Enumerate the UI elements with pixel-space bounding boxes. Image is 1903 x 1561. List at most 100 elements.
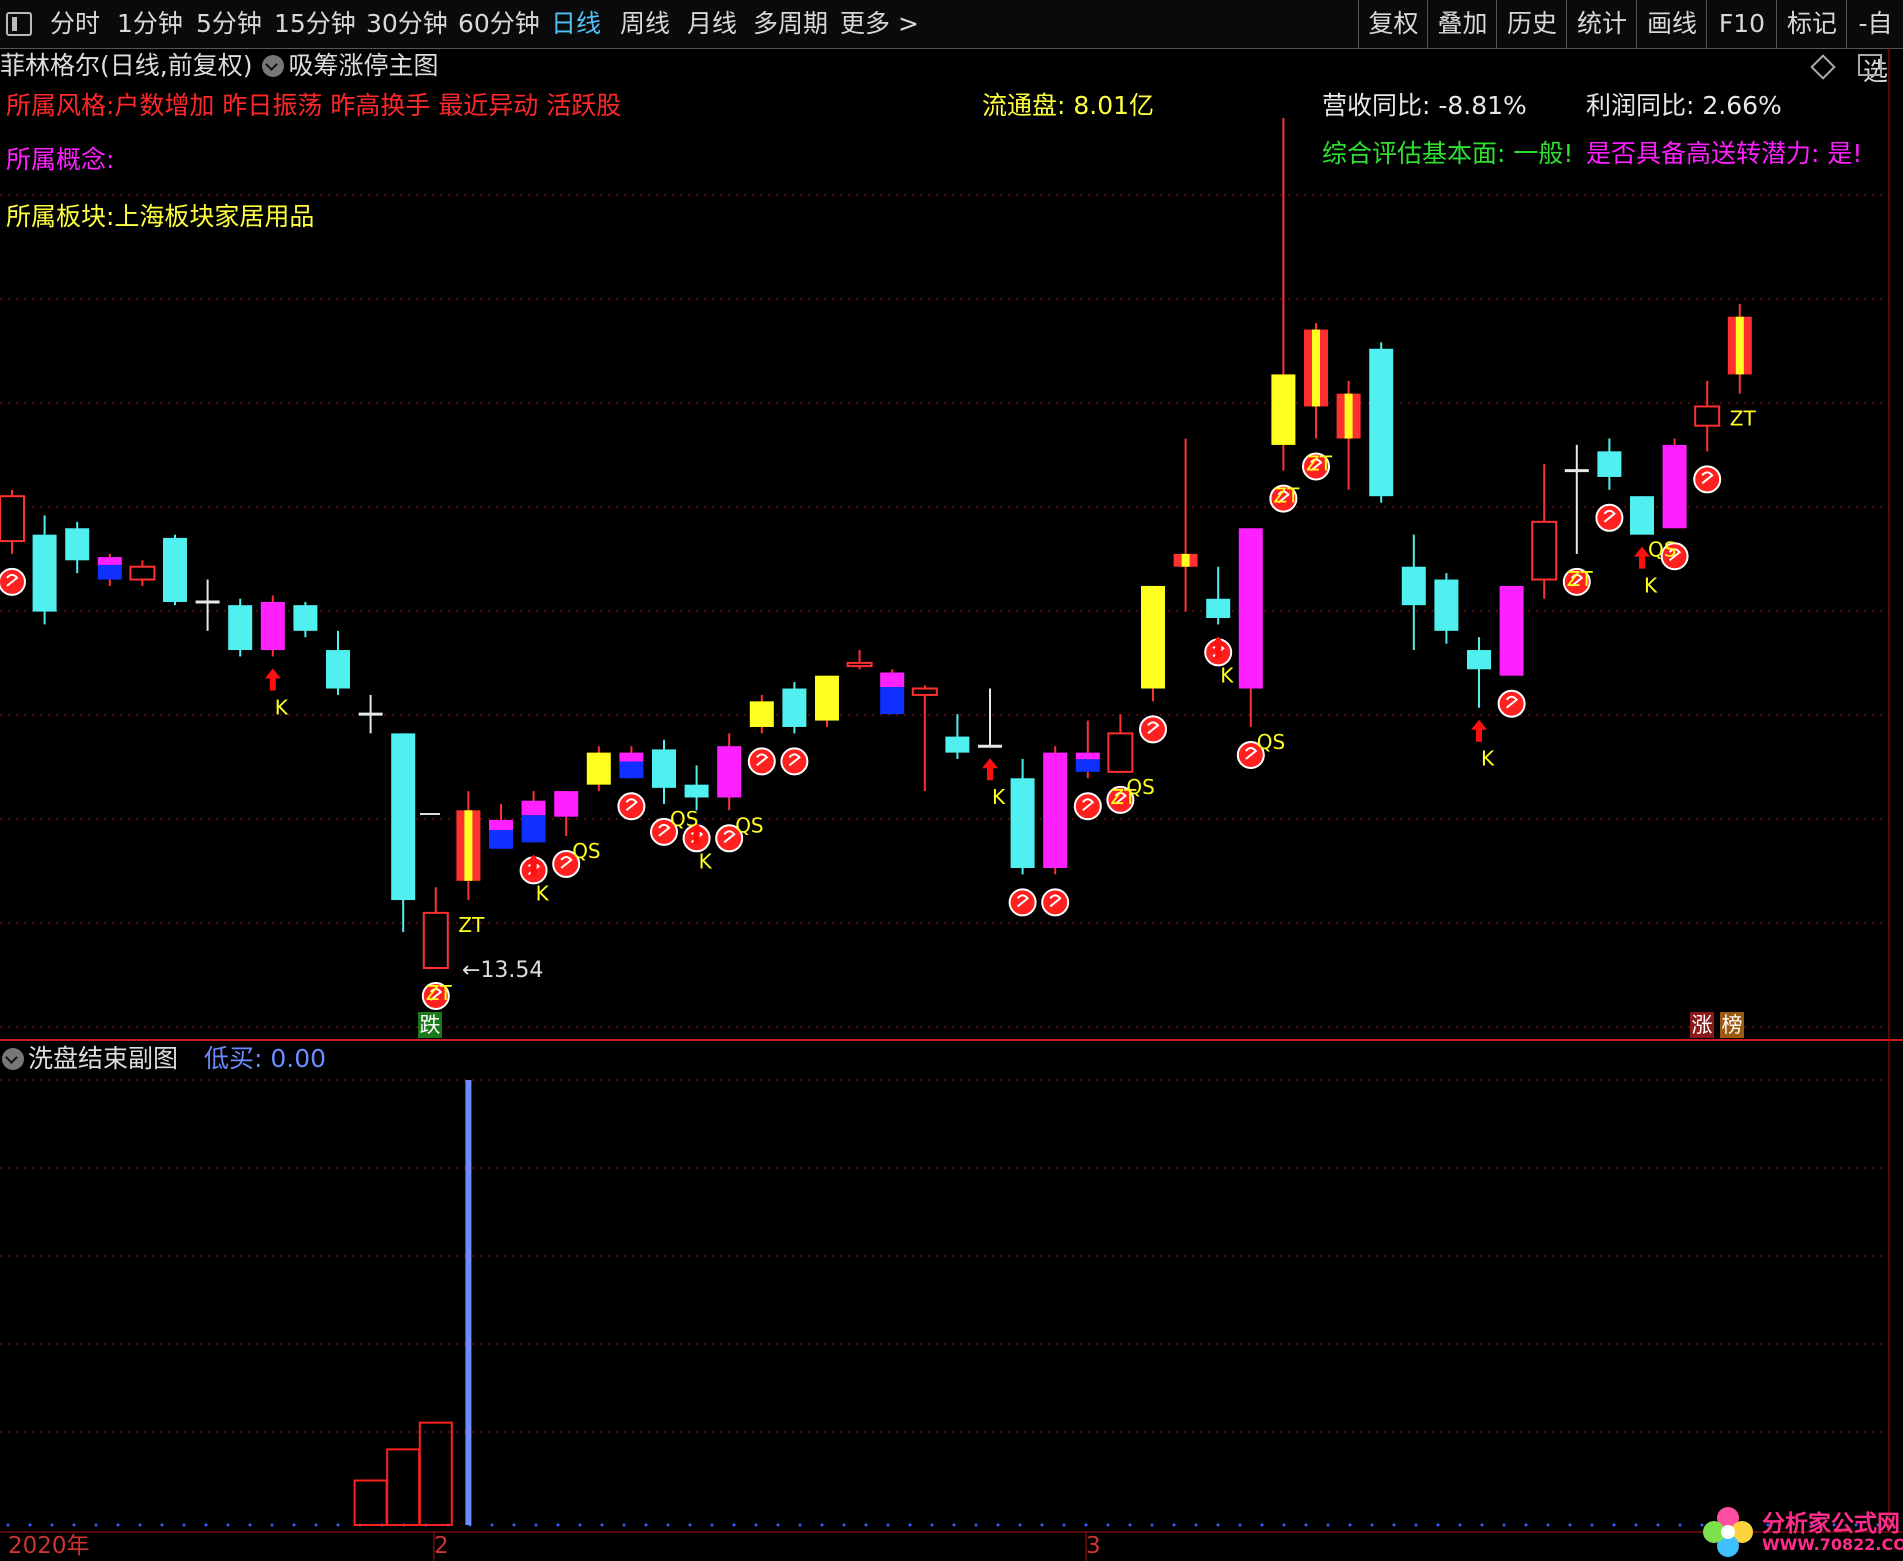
baseline-dot [1392, 1523, 1396, 1527]
low-buy-label: 低买: [203, 1044, 263, 1073]
qs-signal-label: QS [1126, 775, 1154, 799]
baseline-dot [116, 1523, 120, 1527]
candle-body [554, 791, 579, 817]
candle-body [129, 565, 156, 581]
candle-body [293, 605, 318, 631]
zt-signal-label: ZT [458, 913, 485, 937]
baseline-dot [1524, 1523, 1528, 1527]
candle-body-lower [619, 761, 644, 779]
candle-body [1271, 374, 1296, 445]
watermark-title: 分析家公式网 [1762, 1511, 1900, 1537]
date-label-mar: 3 [1086, 1533, 1101, 1559]
sector-info: 所属板块:上海板块家居用品 [6, 202, 315, 231]
candle-body [521, 800, 546, 816]
candle-body-stripe [1181, 553, 1190, 567]
baseline-dot [600, 1523, 604, 1527]
candle-body-lower [1075, 759, 1100, 772]
baseline-dot [1480, 1523, 1484, 1527]
sub-chart-title: 洗盘结束副图 低买: 0.00 [0, 1043, 326, 1075]
concept-info: 所属概念: [6, 145, 115, 174]
fall-badge[interactable]: 跌 [418, 1012, 442, 1038]
baseline-dot [94, 1523, 98, 1527]
baseline-dot [1634, 1523, 1638, 1527]
baseline-dot [1150, 1523, 1154, 1527]
rise-badge[interactable]: 涨 [1690, 1012, 1714, 1038]
baseline-dot [622, 1523, 626, 1527]
rank-badge[interactable]: 榜 [1720, 1012, 1744, 1038]
candle-body-stripe [1312, 329, 1320, 407]
baseline-dot [6, 1523, 10, 1527]
qs-signal-label: QS [670, 807, 698, 831]
baseline-dot [1040, 1523, 1044, 1527]
qs-signal-label: QS [735, 813, 763, 837]
baseline-dot [1128, 1523, 1132, 1527]
baseline-dot [1502, 1523, 1506, 1527]
baseline-dot [1370, 1523, 1374, 1527]
candle-body [945, 736, 970, 753]
baseline-dot [666, 1523, 670, 1527]
zt-signal-label: ZT [1306, 452, 1333, 476]
candle-body [326, 650, 350, 689]
style-info: 所属风格:户数增加 昨日振荡 昨高换手 最近异动 活跃股 [6, 91, 622, 120]
baseline-dot [974, 1523, 978, 1527]
min-price-marker: ←13.54 [462, 958, 543, 983]
baseline-dot [908, 1523, 912, 1527]
candle-body [32, 534, 57, 612]
candle-body-lower [521, 815, 546, 843]
candle-body [1238, 528, 1263, 689]
baseline-dot [1656, 1523, 1660, 1527]
baseline-dot [1678, 1523, 1682, 1527]
candle-body [260, 601, 285, 651]
baseline-dot [1238, 1523, 1242, 1527]
qs-signal-label: QS [1257, 730, 1285, 754]
k-signal-label: K [275, 695, 289, 719]
k-arrow-icon [982, 758, 998, 781]
baseline-dot [1018, 1523, 1022, 1527]
high-transfer-info: 是否具备高送转潜力: 是! [1586, 139, 1863, 168]
candle-body-stripe [1344, 393, 1353, 439]
low-buy-value: 0.00 [270, 1044, 327, 1073]
baseline-dot [930, 1523, 934, 1527]
baseline-dot [1436, 1523, 1440, 1527]
baseline-dot [886, 1523, 890, 1527]
baseline-dot [1458, 1523, 1462, 1527]
baseline-dot [314, 1523, 318, 1527]
sub-indicator-dropdown-icon[interactable] [2, 1048, 24, 1070]
baseline-dot [1546, 1523, 1550, 1527]
k-signal-label: K [536, 881, 550, 905]
k-signal-label: K [699, 849, 713, 873]
candle-body [1694, 405, 1721, 427]
zt-signal-label: ZT [426, 981, 453, 1005]
baseline-dot [688, 1523, 692, 1527]
candle-body [586, 752, 611, 785]
flower-logo-icon [1703, 1507, 1753, 1557]
k-signal-label: K [992, 785, 1006, 809]
sub-indicator-name[interactable]: 洗盘结束副图 [28, 1044, 178, 1073]
baseline-dot [490, 1523, 494, 1527]
candle-body [1434, 579, 1459, 631]
baseline-dot [1062, 1523, 1066, 1527]
candle-body-lower [489, 830, 513, 849]
k-arrow-icon [264, 668, 281, 691]
candle-body [846, 661, 873, 668]
candle-body [652, 749, 676, 788]
zt-signal-label: ZT [1273, 484, 1300, 508]
baseline-dot [1304, 1523, 1308, 1527]
candle-body [422, 911, 449, 969]
baseline-dot [534, 1523, 538, 1527]
candle-body [489, 819, 513, 831]
candle-body [815, 675, 839, 721]
baseline-dot [248, 1523, 252, 1527]
baseline-dot [754, 1523, 758, 1527]
baseline-dot [292, 1523, 296, 1527]
candle-body [782, 688, 807, 727]
candle-body [65, 528, 90, 561]
baseline-dot [50, 1523, 54, 1527]
baseline-dot [270, 1523, 274, 1527]
baseline-dot [1348, 1523, 1352, 1527]
baseline-dot [556, 1523, 560, 1527]
candle-body [163, 537, 187, 602]
price-chart: KKKKKKKZTZTZTZTZTZTZTQSQS QSQSQSQS [0, 48, 1903, 1561]
candle-body-lower [97, 564, 122, 580]
date-label-year: 2020年 [8, 1533, 90, 1559]
